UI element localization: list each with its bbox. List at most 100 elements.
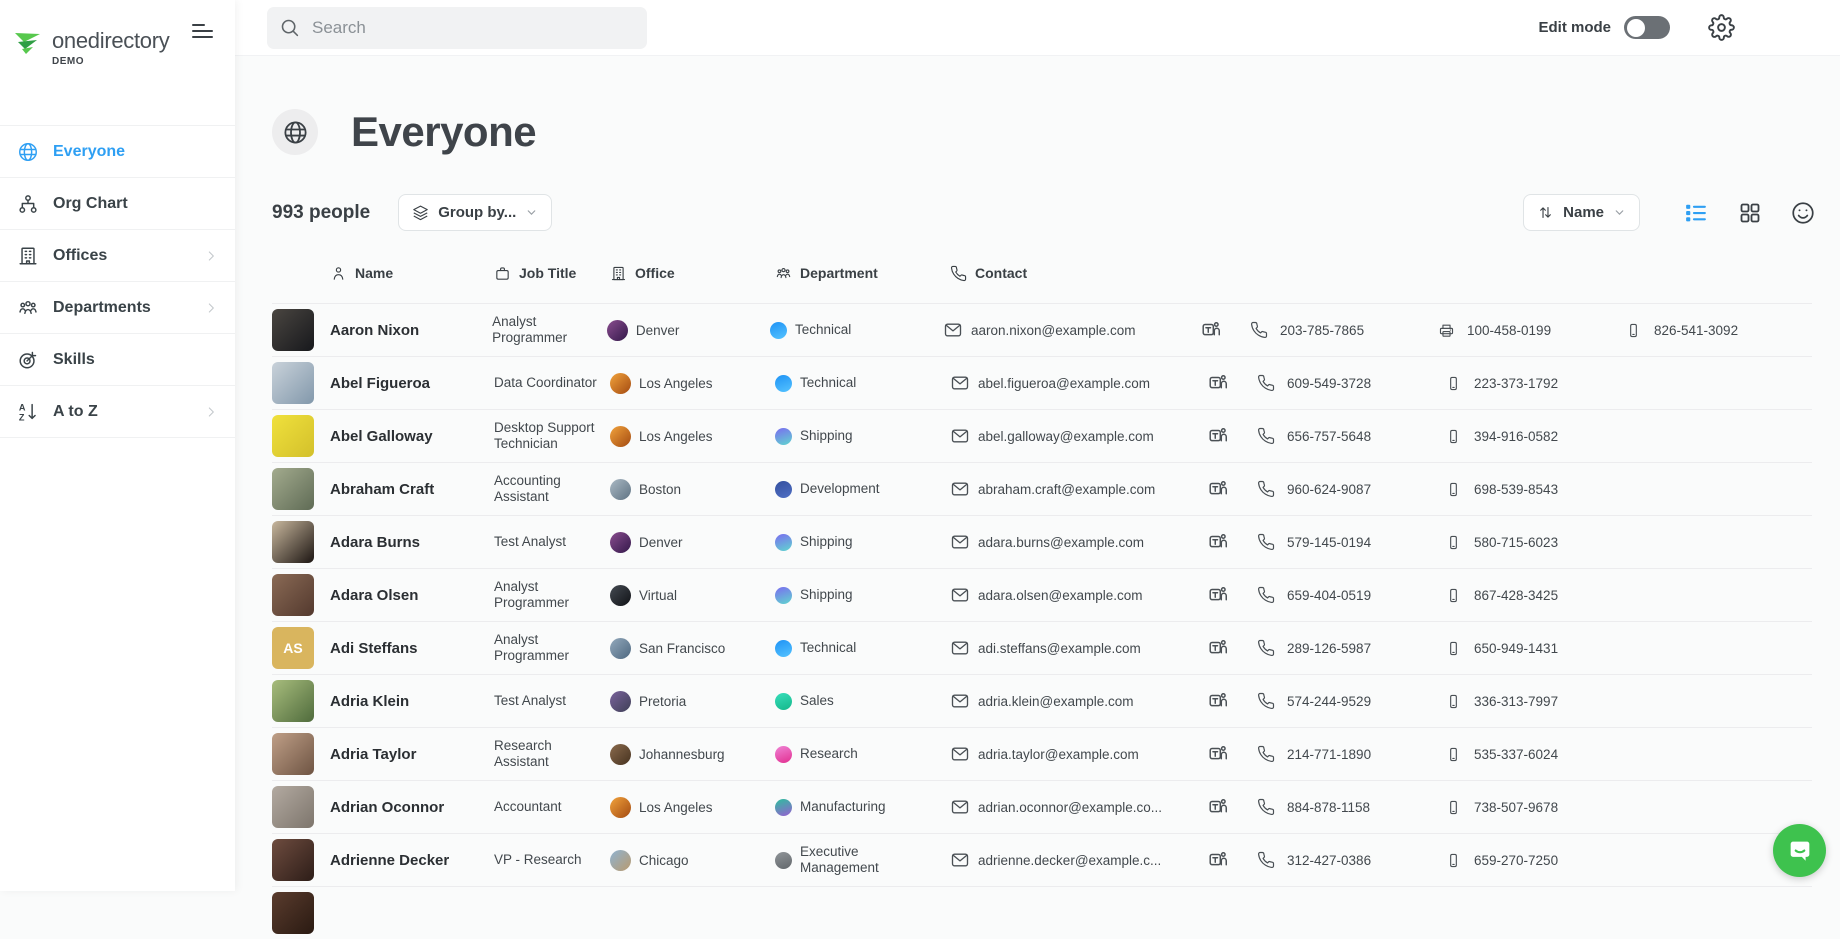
sidebar-item-offices[interactable]: Offices <box>0 229 235 281</box>
phone-number: 574-244-9529 <box>1287 693 1372 709</box>
contact-email[interactable]: abraham.craft@example.com <box>950 479 1207 499</box>
office-photo <box>610 531 631 553</box>
table-row[interactable]: Adrienne Decker VP - Research Chicago Ex… <box>272 833 1812 886</box>
department-dot <box>775 745 792 763</box>
contact-phone[interactable]: 609-549-3728 <box>1257 374 1445 392</box>
contact-phone[interactable]: 884-878-1158 <box>1257 798 1445 816</box>
column-header-department[interactable]: Department <box>775 265 950 282</box>
teams-link[interactable] <box>1207 478 1257 500</box>
contact-phone[interactable]: 579-145-0194 <box>1257 533 1445 551</box>
contact-fax[interactable]: 100-458-0199 <box>1438 322 1625 339</box>
column-header-name[interactable]: Name <box>330 265 494 282</box>
list-view-icon[interactable] <box>1683 200 1708 225</box>
contact-mobile[interactable]: 867-428-3425 <box>1445 587 1632 604</box>
contact-phone[interactable]: 574-244-9529 <box>1257 692 1445 710</box>
teams-link[interactable] <box>1200 319 1250 341</box>
sidebar-item-everyone[interactable]: Everyone <box>0 125 235 177</box>
edit-mode-toggle[interactable] <box>1624 16 1670 39</box>
search-input[interactable] <box>310 16 635 39</box>
table-row[interactable]: Adria Klein Test Analyst Pretoria Sales … <box>272 674 1812 727</box>
mobile-icon <box>1450 588 1457 602</box>
person-name: Adria Klein <box>330 692 410 710</box>
contact-mobile[interactable]: 223-373-1792 <box>1445 375 1632 392</box>
contact-email[interactable]: adara.olsen@example.com <box>950 585 1207 605</box>
table-row[interactable]: Adara Burns Test Analyst Denver Shipping… <box>272 515 1812 568</box>
department-name: Technical <box>800 375 857 391</box>
contact-email[interactable]: adrian.oconnor@example.co... <box>950 797 1207 817</box>
column-header-office[interactable]: Office <box>610 265 775 282</box>
contact-phone[interactable]: 214-771-1890 <box>1257 745 1445 763</box>
building-icon <box>19 246 37 265</box>
contact-mobile[interactable]: 650-949-1431 <box>1445 640 1632 657</box>
contact-mobile[interactable]: 336-313-7997 <box>1445 693 1632 710</box>
email-text: adrienne.decker@example.c... <box>978 852 1162 868</box>
teams-link[interactable] <box>1207 690 1257 712</box>
people-count: 993 people <box>272 201 371 223</box>
contact-phone[interactable]: 656-757-5648 <box>1257 427 1445 445</box>
table-row[interactable]: Abel Galloway Desktop Support Technician… <box>272 409 1812 462</box>
person-name: Adara Burns <box>330 533 421 551</box>
envelope-icon <box>951 535 969 549</box>
contact-phone[interactable]: 960-624-9087 <box>1257 480 1445 498</box>
contact-phone[interactable]: 659-404-0519 <box>1257 586 1445 604</box>
group-by-button[interactable]: Group by... <box>398 194 553 231</box>
contact-mobile[interactable]: 826-541-3092 <box>1625 322 1812 339</box>
office-name: Pretoria <box>639 693 687 709</box>
column-header-contact[interactable]: Contact <box>950 265 1812 282</box>
settings-gear-icon[interactable] <box>1708 14 1735 41</box>
contact-mobile[interactable]: 698-539-8543 <box>1445 481 1632 498</box>
table-row[interactable]: Aaron Nixon Analyst Programmer Denver Te… <box>272 303 1812 356</box>
avatar <box>272 786 314 828</box>
mobile-number: 394-916-0582 <box>1474 428 1559 444</box>
contact-email[interactable]: adara.burns@example.com <box>950 532 1207 552</box>
contact-cell: adi.steffans@example.com 289-126-5987 65… <box>950 637 1812 659</box>
contact-email[interactable]: abel.galloway@example.com <box>950 426 1207 446</box>
contact-email[interactable]: abel.figueroa@example.com <box>950 373 1207 393</box>
mobile-icon <box>1450 641 1457 655</box>
chat-launcher-button[interactable] <box>1773 824 1826 877</box>
teams-link[interactable] <box>1207 531 1257 553</box>
sidebar-item-departments[interactable]: Departments <box>0 281 235 333</box>
contact-mobile[interactable]: 738-507-9678 <box>1445 799 1632 816</box>
teams-link[interactable] <box>1207 637 1257 659</box>
phone-icon <box>1257 533 1275 551</box>
sort-button[interactable]: Name <box>1523 194 1640 231</box>
table-row[interactable]: Adrian Oconnor Accountant Los Angeles Ma… <box>272 780 1812 833</box>
contact-phone[interactable]: 203-785-7865 <box>1250 321 1438 339</box>
table-row-partial[interactable] <box>272 886 1812 939</box>
teams-link[interactable] <box>1207 796 1257 818</box>
contact-email[interactable]: adrienne.decker@example.c... <box>950 850 1207 870</box>
grid-view-icon[interactable] <box>1738 201 1762 225</box>
sidebar-item-a-to-z[interactable]: AZ A to Z <box>0 385 235 437</box>
contact-email[interactable]: aaron.nixon@example.com <box>943 320 1200 340</box>
contact-phone[interactable]: 289-126-5987 <box>1257 639 1445 657</box>
sidebar-item-skills[interactable]: Skills <box>0 333 235 385</box>
search-box[interactable] <box>267 6 647 49</box>
teams-link[interactable] <box>1207 425 1257 447</box>
column-label: Name <box>355 265 394 281</box>
teams-link[interactable] <box>1207 849 1257 871</box>
contact-mobile[interactable]: 659-270-7250 <box>1445 852 1632 869</box>
sidebar-item-org-chart[interactable]: Org Chart <box>0 177 235 229</box>
table-row[interactable]: Abraham Craft Accounting Assistant Bosto… <box>272 462 1812 515</box>
teams-link[interactable] <box>1207 743 1257 765</box>
table-row[interactable]: Adara Olsen Analyst Programmer Virtual S… <box>272 568 1812 621</box>
contact-email[interactable]: adria.taylor@example.com <box>950 744 1207 764</box>
table-row[interactable]: AS Adi Steffans Analyst Programmer San F… <box>272 621 1812 674</box>
teams-icon <box>1209 587 1227 601</box>
contact-mobile[interactable]: 394-916-0582 <box>1445 428 1632 445</box>
column-header-job-title[interactable]: Job Title <box>494 265 610 282</box>
table-row[interactable]: Adria Taylor Research Assistant Johannes… <box>272 727 1812 780</box>
teams-link[interactable] <box>1207 372 1257 394</box>
mobile-icon <box>1450 694 1457 708</box>
menu-toggle-icon[interactable] <box>192 20 213 42</box>
contact-email[interactable]: adria.klein@example.com <box>950 691 1207 711</box>
contact-phone[interactable]: 312-427-0386 <box>1257 851 1445 869</box>
contact-mobile[interactable]: 535-337-6024 <box>1445 746 1632 763</box>
smiley-view-icon[interactable] <box>1790 200 1816 226</box>
teams-link[interactable] <box>1207 584 1257 606</box>
contact-email[interactable]: adi.steffans@example.com <box>950 638 1207 658</box>
phone-icon <box>1257 745 1275 763</box>
table-row[interactable]: Abel Figueroa Data Coordinator Los Angel… <box>272 356 1812 409</box>
contact-mobile[interactable]: 580-715-6023 <box>1445 534 1632 551</box>
